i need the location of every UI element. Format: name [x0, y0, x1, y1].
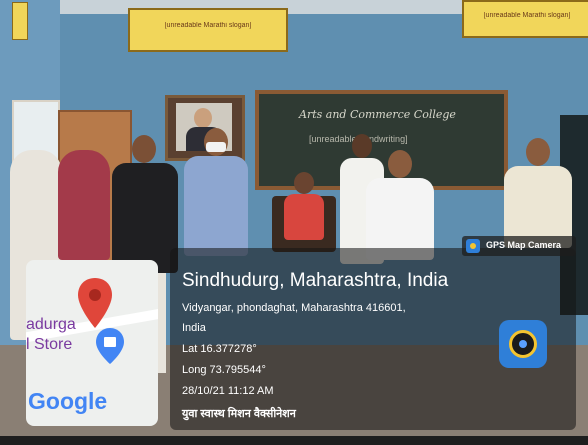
person-body — [284, 194, 324, 240]
wall-banner-left-text: [unreadable Marathi slogan] — [164, 22, 252, 29]
event-caption: युवा स्वास्थ मिशन वैक्सीनेशन — [182, 408, 296, 420]
person-head — [294, 172, 314, 194]
wall-banner-left: [unreadable Marathi slogan] — [128, 8, 288, 52]
person-head — [388, 150, 412, 178]
latitude: Lat 16.377278° — [182, 343, 257, 355]
person-mask — [206, 142, 226, 152]
blackboard-line-1: Arts and Commerce College — [299, 108, 456, 121]
portrait-face — [194, 108, 212, 128]
wall-banner-small — [12, 2, 28, 40]
person-head — [526, 138, 550, 166]
map-place-text-2: l Store — [26, 336, 73, 353]
person-head — [132, 135, 156, 163]
event-photo: [unreadable Marathi slogan] [unreadable … — [0, 0, 588, 445]
person-left-2 — [58, 150, 110, 260]
person-blue-shirt — [182, 128, 250, 258]
person-body — [184, 156, 248, 256]
wall-banner-right: [unreadable Marathi slogan] — [462, 0, 588, 38]
gps-badge: GPS Map Camera — [462, 236, 576, 256]
longitude: Long 73.795544° — [182, 364, 266, 376]
address-line-1: Vidyangar, phondaghat, Maharashtra 41660… — [182, 302, 406, 314]
person-right — [500, 138, 576, 248]
map-place-text-1: adurga — [26, 316, 76, 333]
person-body — [112, 163, 178, 273]
camera-app-logo — [499, 320, 547, 368]
person-white-shirt — [364, 150, 436, 260]
camera-lens-icon — [509, 330, 537, 358]
wall-banner-right-text: [unreadable Marathi slogan] — [483, 12, 571, 19]
location-title: Sindhudurg, Maharashtra, India — [182, 270, 449, 291]
gps-camera-app-icon — [466, 239, 480, 253]
shopping-bag-icon — [96, 328, 124, 364]
address-line-2: India — [182, 322, 206, 334]
person-seated-red — [272, 172, 336, 252]
bottom-strip — [0, 436, 588, 445]
gps-badge-label: GPS Map Camera — [486, 240, 562, 250]
map-pin-icon — [78, 278, 112, 328]
map-thumbnail: adurga l Store Google — [26, 260, 158, 426]
google-logo: Google — [28, 388, 108, 414]
datetime: 28/10/21 11:12 AM — [182, 385, 274, 397]
